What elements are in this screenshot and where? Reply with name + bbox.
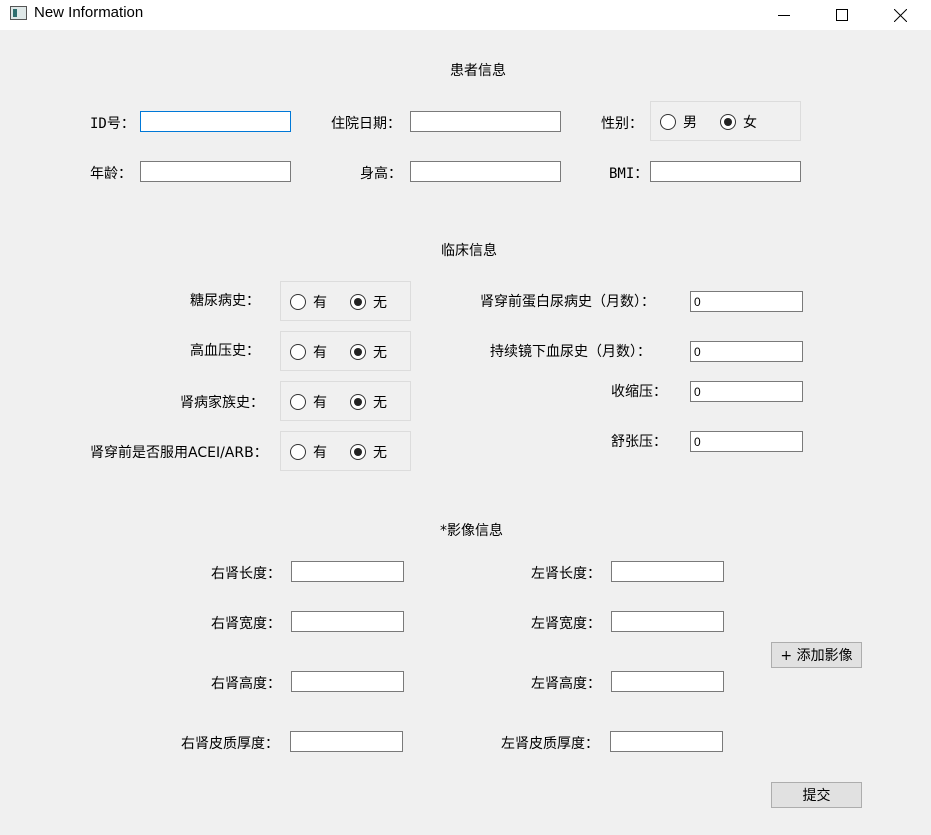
right-kidney-length-label: 右肾长度： (211, 566, 281, 582)
add-image-button[interactable]: + 添加影像 (771, 642, 862, 668)
height-label: 身高： (360, 166, 402, 182)
left-kidney-height-label: 左肾高度： (531, 676, 601, 692)
admission-date-label: 住院日期： (331, 116, 401, 132)
window-title: New Information (34, 4, 144, 21)
bmi-label: BMI： (609, 166, 649, 182)
minimize-button[interactable] (755, 0, 813, 30)
radio-checked-icon (350, 294, 366, 310)
id-input[interactable] (140, 111, 291, 132)
acei-arb-yes-radio[interactable]: 有 (290, 442, 327, 462)
acei-arb-label: 肾穿前是否服用ACEI/ARB： (90, 445, 268, 461)
diabetes-label: 糖尿病史： (190, 293, 260, 309)
hypertension-label: 高血压史： (190, 343, 260, 359)
height-input[interactable] (410, 161, 561, 182)
proteinuria-label: 肾穿前蛋白尿病史（月数）： (480, 294, 655, 310)
maximize-icon (836, 9, 848, 21)
right-kidney-height-input[interactable] (291, 671, 404, 692)
radio-checked-icon (350, 344, 366, 360)
radio-unchecked-icon (660, 114, 676, 130)
left-cortex-thickness-label: 左肾皮质厚度： (501, 736, 599, 752)
gender-label: 性别： (601, 116, 643, 132)
proteinuria-input[interactable]: 0 (690, 291, 803, 312)
radio-unchecked-icon (290, 344, 306, 360)
family-history-no-radio[interactable]: 无 (350, 392, 387, 412)
diabetes-no-radio[interactable]: 无 (350, 292, 387, 312)
clinical-info-title: 临床信息 (441, 243, 497, 259)
right-kidney-width-input[interactable] (291, 611, 404, 632)
left-kidney-width-label: 左肾宽度： (531, 616, 601, 632)
title-bar: New Information (0, 0, 931, 30)
age-label: 年龄： (90, 166, 132, 182)
radio-checked-icon (350, 444, 366, 460)
radio-checked-icon (720, 114, 736, 130)
family-history-label: 肾病家族史： (180, 395, 264, 411)
right-kidney-width-label: 右肾宽度： (211, 616, 281, 632)
right-kidney-length-input[interactable] (291, 561, 404, 582)
hematuria-input[interactable]: 0 (690, 341, 803, 362)
admission-date-input[interactable] (410, 111, 561, 132)
diastolic-input[interactable]: 0 (690, 431, 803, 452)
left-cortex-thickness-input[interactable] (610, 731, 723, 752)
radio-unchecked-icon (290, 394, 306, 410)
hematuria-label: 持续镜下血尿史（月数）： (490, 344, 651, 360)
age-input[interactable] (140, 161, 291, 182)
gender-female-radio[interactable]: 女 (720, 112, 757, 132)
gender-male-radio[interactable]: 男 (660, 112, 697, 132)
right-kidney-height-label: 右肾高度： (211, 676, 281, 692)
radio-unchecked-icon (290, 444, 306, 460)
submit-button[interactable]: 提交 (771, 782, 862, 808)
systolic-input[interactable]: 0 (690, 381, 803, 402)
bmi-input[interactable] (650, 161, 801, 182)
left-kidney-height-input[interactable] (611, 671, 724, 692)
maximize-button[interactable] (813, 0, 871, 30)
left-kidney-length-input[interactable] (611, 561, 724, 582)
systolic-label: 收缩压： (611, 384, 667, 400)
diabetes-yes-radio[interactable]: 有 (290, 292, 327, 312)
left-kidney-width-input[interactable] (611, 611, 724, 632)
diastolic-label: 舒张压： (611, 434, 667, 450)
imaging-info-title: *影像信息 (440, 523, 503, 539)
minimize-icon (778, 15, 790, 16)
radio-checked-icon (350, 394, 366, 410)
id-label: ID号： (90, 116, 135, 132)
patient-info-title: 患者信息 (450, 63, 506, 79)
app-icon (10, 6, 27, 20)
left-kidney-length-label: 左肾长度： (531, 566, 601, 582)
right-cortex-thickness-label: 右肾皮质厚度： (181, 736, 279, 752)
acei-arb-no-radio[interactable]: 无 (350, 442, 387, 462)
close-button[interactable] (871, 0, 929, 30)
radio-unchecked-icon (290, 294, 306, 310)
right-cortex-thickness-input[interactable] (290, 731, 403, 752)
close-icon (893, 8, 907, 22)
family-history-yes-radio[interactable]: 有 (290, 392, 327, 412)
hypertension-yes-radio[interactable]: 有 (290, 342, 327, 362)
hypertension-no-radio[interactable]: 无 (350, 342, 387, 362)
